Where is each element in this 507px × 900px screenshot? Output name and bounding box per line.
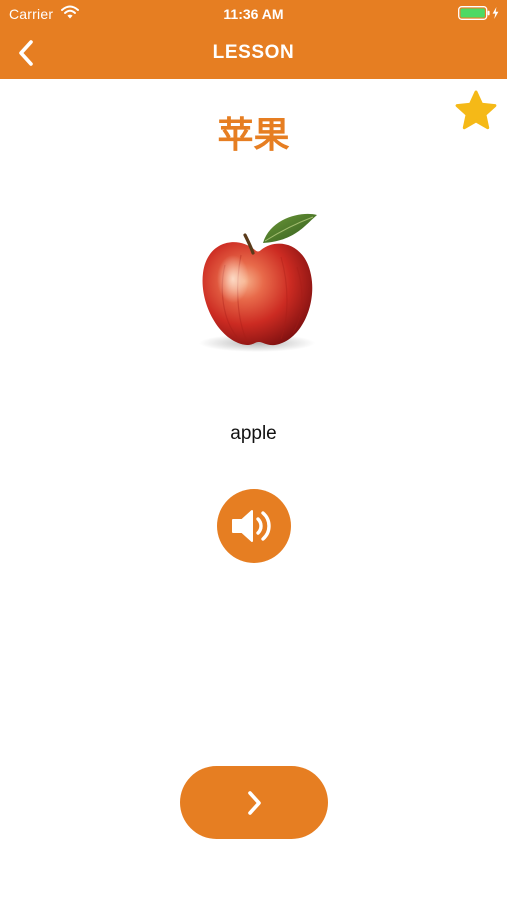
page-title: LESSON (212, 42, 295, 63)
lesson-word: 苹果 (217, 115, 290, 156)
charging-bolt-icon (492, 7, 499, 19)
status-time: 11:36 AM (223, 6, 284, 22)
battery-icon (458, 6, 499, 20)
apple-image (199, 213, 317, 352)
chevron-right-icon (248, 790, 261, 815)
app-header: Carrier 11:36 AM LESSON (0, 0, 507, 79)
play-sound-button[interactable] (217, 489, 291, 563)
status-bar: Carrier 11:36 AM (0, 0, 507, 28)
lesson-translation: apple (230, 423, 277, 444)
speaker-icon (232, 510, 271, 542)
next-button[interactable] (180, 766, 328, 839)
nav-bar: LESSON (0, 28, 507, 79)
